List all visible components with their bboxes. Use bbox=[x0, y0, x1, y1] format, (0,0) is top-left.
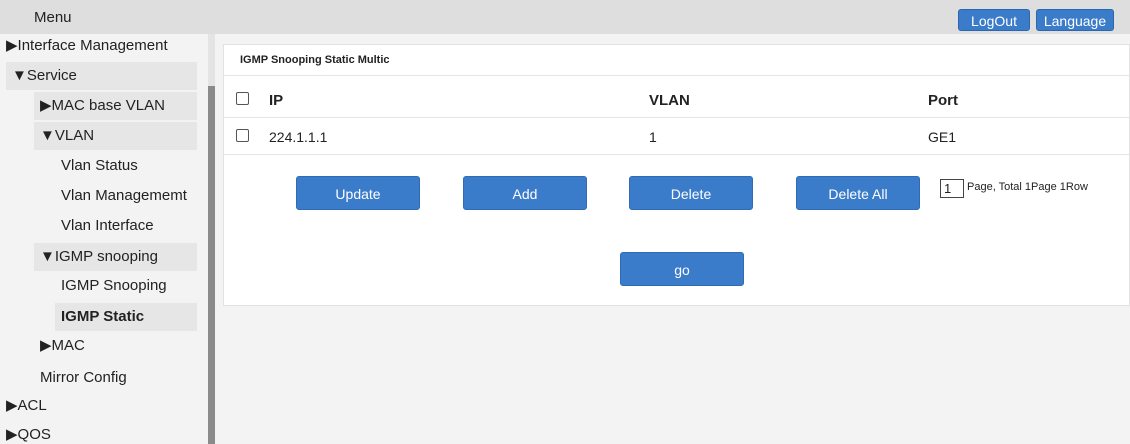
go-button[interactable]: go bbox=[620, 252, 744, 286]
column-header-vlan: VLAN bbox=[649, 92, 690, 109]
select-all-checkbox[interactable] bbox=[236, 92, 249, 105]
sidebar-item-mac[interactable]: ▶MAC bbox=[40, 334, 85, 358]
sidebar-item-acl[interactable]: ▶ACL bbox=[6, 394, 47, 418]
top-bar: Menu LogOut Language bbox=[0, 0, 1130, 34]
panel-header: IGMP Snooping Static Multic bbox=[224, 45, 1129, 76]
scrollbar-thumb[interactable] bbox=[208, 86, 215, 444]
sidebar-item-vlan-status[interactable]: Vlan Status bbox=[61, 154, 138, 178]
sidebar-item-vlan[interactable]: ▼VLAN bbox=[34, 122, 197, 150]
sidebar-item-igmp-snooping-group[interactable]: ▼IGMP snooping bbox=[34, 243, 197, 271]
sidebar-item-igmp-snooping[interactable]: IGMP Snooping bbox=[61, 274, 167, 298]
sidebar-item-interface-management[interactable]: ▶Interface Management bbox=[6, 34, 168, 58]
sidebar-item-service[interactable]: ▼Service bbox=[6, 62, 197, 90]
delete-all-button[interactable]: Delete All bbox=[796, 176, 920, 210]
add-button[interactable]: Add bbox=[463, 176, 587, 210]
sidebar-menu: ▶Interface Management ▼Service ▶MAC base… bbox=[0, 34, 206, 444]
sidebar-item-qos[interactable]: ▶QOS bbox=[6, 423, 51, 444]
row-port-cell: GE1 bbox=[928, 129, 957, 145]
column-header-port: Port bbox=[928, 92, 958, 109]
sidebar-scrollbar[interactable] bbox=[208, 34, 215, 444]
row-vlan-cell: 1 bbox=[649, 129, 657, 145]
table-row: 224.1.1.1 1 GE1 bbox=[224, 118, 1129, 155]
row-checkbox[interactable] bbox=[236, 129, 249, 142]
sidebar-item-igmp-static[interactable]: IGMP Static bbox=[55, 303, 197, 331]
row-ip-cell: 224.1.1.1 bbox=[269, 129, 328, 145]
language-button[interactable]: Language bbox=[1036, 9, 1114, 31]
update-button[interactable]: Update bbox=[296, 176, 420, 210]
table-header-row: IP VLAN Port bbox=[224, 81, 1129, 118]
column-header-ip: IP bbox=[269, 92, 284, 109]
sidebar-item-mac-base-vlan[interactable]: ▶MAC base VLAN bbox=[34, 92, 197, 120]
menu-title: Menu bbox=[34, 9, 72, 26]
pagination-info: Page, Total 1Page 1Row bbox=[967, 181, 1088, 193]
sidebar-item-vlan-interface[interactable]: Vlan Interface bbox=[61, 214, 154, 238]
logout-button[interactable]: LogOut bbox=[958, 9, 1030, 31]
delete-button[interactable]: Delete bbox=[629, 176, 753, 210]
sidebar-item-vlan-management[interactable]: Vlan Managememt bbox=[61, 184, 187, 208]
igmp-static-panel: IGMP Snooping Static Multic IP VLAN Port… bbox=[223, 44, 1130, 306]
panel-title: IGMP Snooping Static Multic bbox=[240, 54, 390, 66]
page-number-input[interactable]: 1 bbox=[940, 179, 964, 198]
sidebar-item-mirror-config[interactable]: Mirror Config bbox=[40, 366, 127, 390]
